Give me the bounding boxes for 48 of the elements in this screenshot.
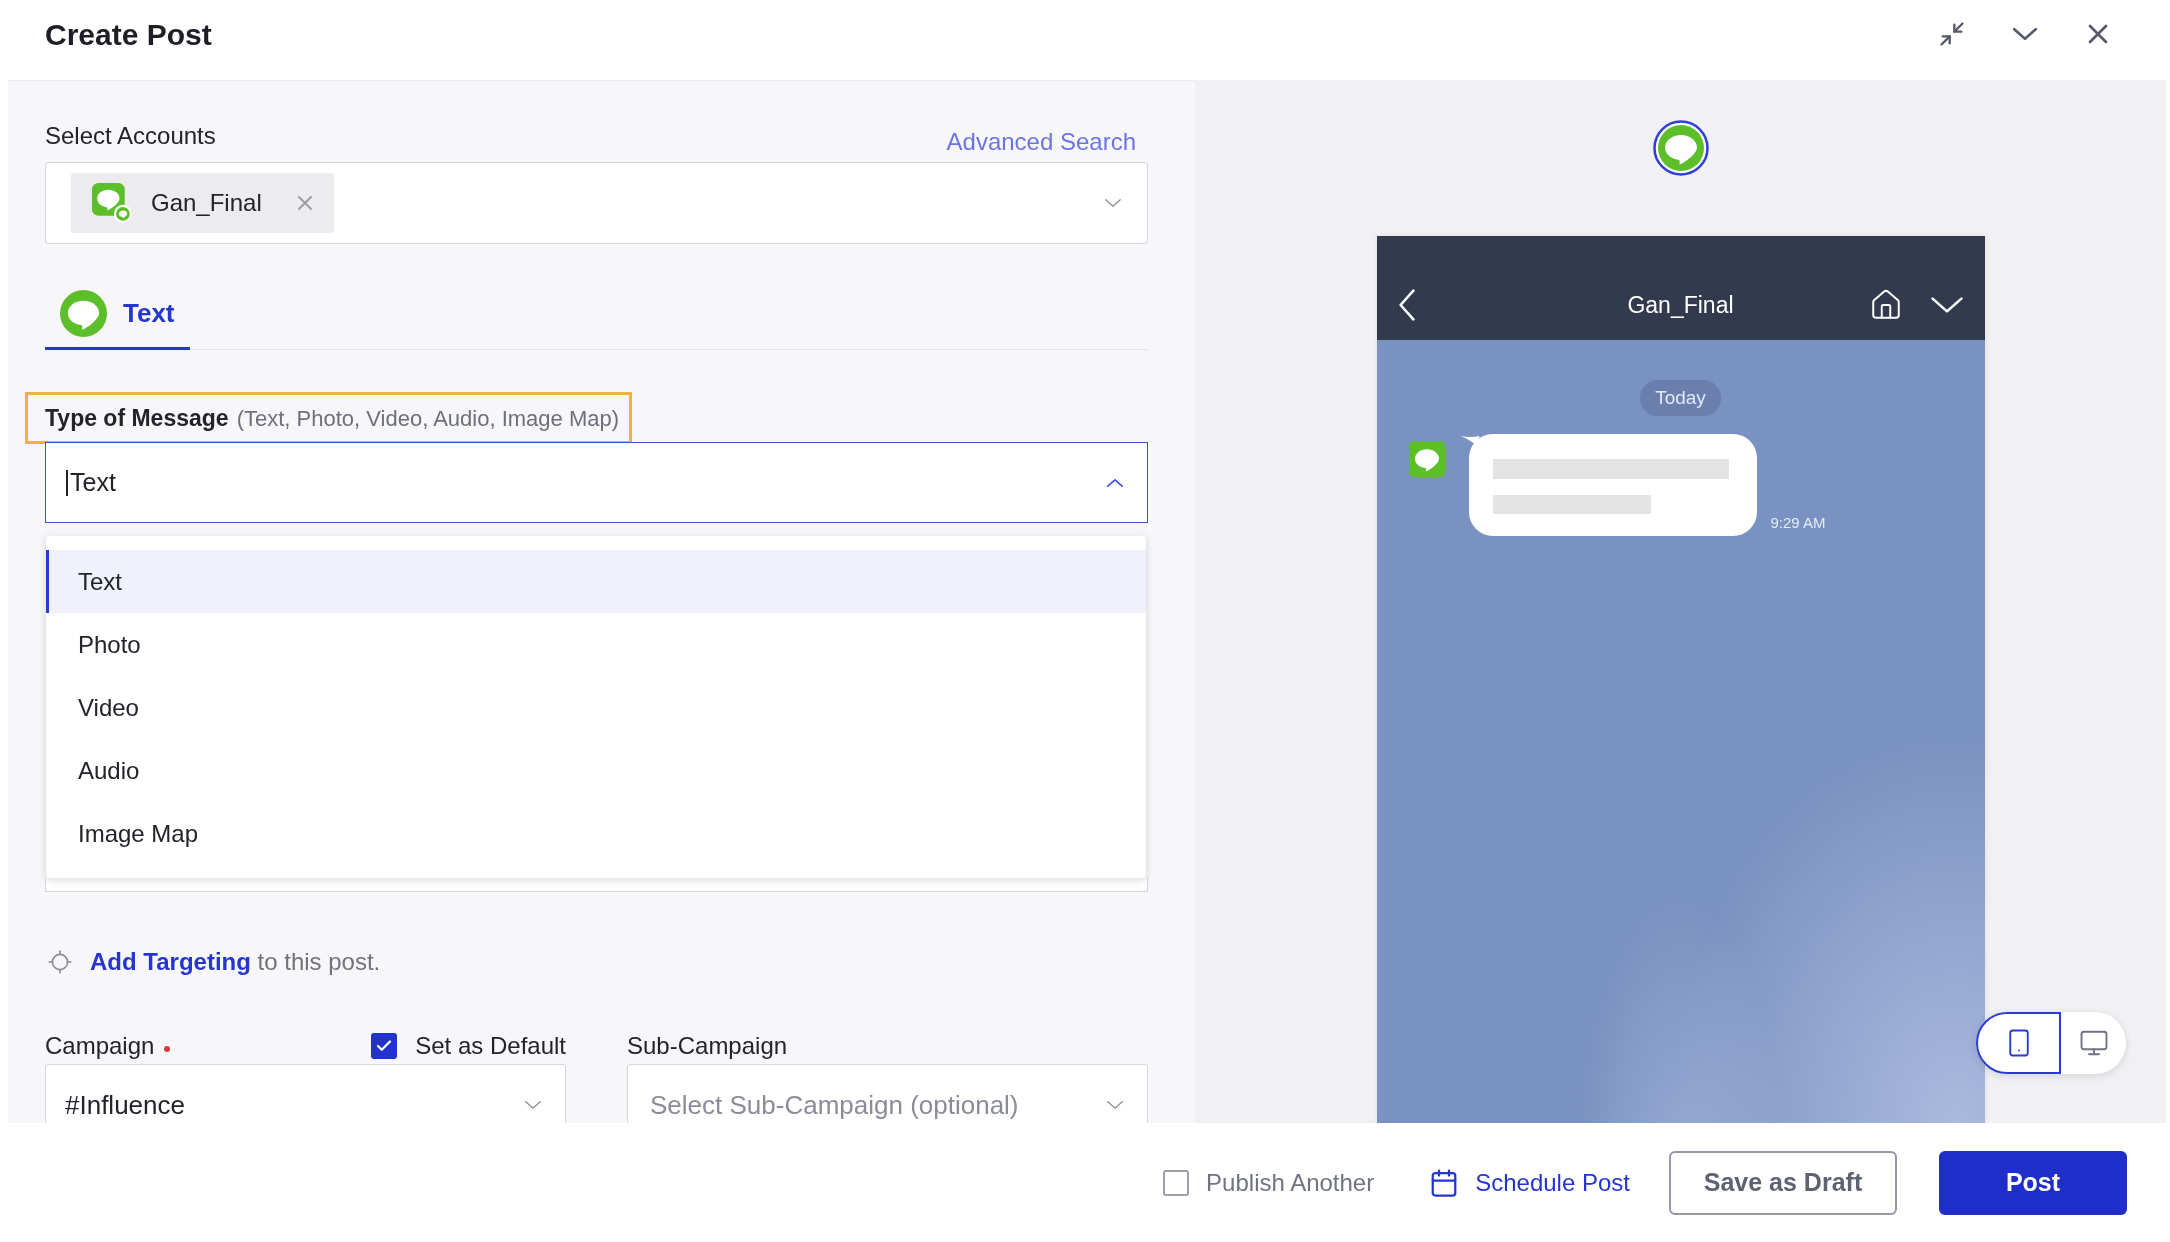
monitor-icon xyxy=(2078,1028,2109,1058)
chevron-down-icon xyxy=(525,1101,541,1109)
date-badge: Today xyxy=(1640,380,1721,416)
text-input-field[interactable] xyxy=(45,878,1148,892)
save-draft-button[interactable]: Save as Draft xyxy=(1669,1150,1897,1215)
dropdown-option[interactable]: Video xyxy=(46,676,1146,739)
field-label: Select Accounts xyxy=(45,122,216,150)
message-type-select[interactable]: Text xyxy=(45,442,1148,523)
targeting-sentence: Add Targeting to this post. xyxy=(90,947,381,977)
schedule-post-button[interactable]: Schedule Post xyxy=(1429,1164,1630,1201)
crosshair-icon xyxy=(47,949,73,975)
chat-title: Gan_Final xyxy=(1626,290,1735,320)
select-value: #Influence xyxy=(65,1088,185,1122)
message-time: 9:29 AM xyxy=(1770,512,1826,533)
select-placeholder: Select Sub-Campaign (optional) xyxy=(650,1088,1019,1122)
account-avatar-icon[interactable] xyxy=(1652,120,1709,176)
speech-bubble-logo-icon xyxy=(60,290,107,337)
set-default-checkbox[interactable] xyxy=(371,1033,398,1059)
select-value: Text xyxy=(70,466,116,498)
dropdown-option[interactable]: Audio xyxy=(46,739,1146,802)
field-label: Campaign xyxy=(45,1031,155,1061)
field-label: Sub-Campaign xyxy=(627,1031,788,1061)
chevron-up-icon xyxy=(1107,478,1123,487)
account-select[interactable]: Gan_Final xyxy=(45,162,1148,244)
channel-tab[interactable]: Text xyxy=(45,280,190,350)
dropdown-option[interactable]: Text xyxy=(46,550,1146,613)
speech-bubble-logo-icon xyxy=(92,183,132,223)
text-cursor xyxy=(66,469,68,496)
advanced-search-link[interactable]: Advanced Search xyxy=(946,128,1136,156)
minimize-icon xyxy=(1938,20,1966,48)
checkbox-label: Publish Another xyxy=(1206,1167,1375,1198)
field-hint: (Text, Photo, Video, Audio, Image Map) xyxy=(236,404,619,433)
field-label: Type of Message xyxy=(45,403,229,433)
chevron-down-icon xyxy=(2013,28,2037,40)
device-button[interactable] xyxy=(1976,1012,2061,1074)
speech-bubble-logo-icon xyxy=(1408,441,1445,477)
chevron-down-icon xyxy=(1105,199,1121,207)
publish-another-checkbox[interactable] xyxy=(1163,1169,1190,1196)
account-name: Gan_Final xyxy=(151,188,262,218)
chevron-down-icon xyxy=(1107,1101,1123,1109)
add-targeting-link[interactable]: Add Targeting xyxy=(90,948,251,975)
window-title: Create Post xyxy=(45,16,212,53)
checkbox-label: Set as Default xyxy=(415,1031,566,1061)
chevron-down-icon[interactable] xyxy=(1930,297,1963,313)
dropdown-option[interactable]: Image Map xyxy=(46,802,1146,865)
post-button[interactable]: Post xyxy=(1939,1150,2127,1215)
campaign-select[interactable]: #Influence xyxy=(45,1064,566,1123)
dropdown-option[interactable]: Photo xyxy=(46,613,1146,676)
